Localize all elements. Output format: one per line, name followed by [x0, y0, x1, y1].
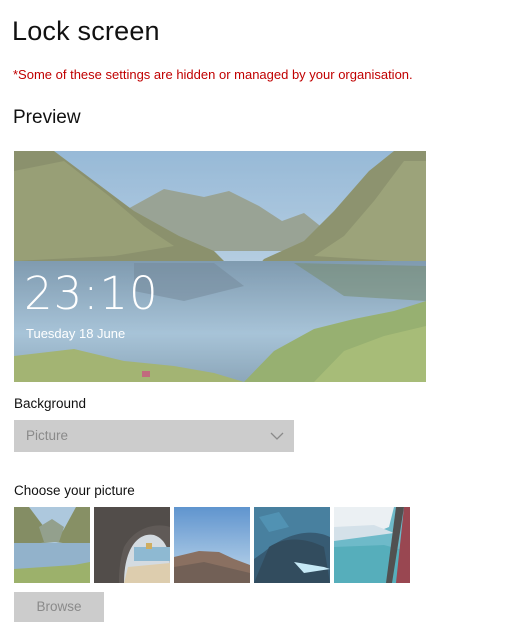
- chevron-down-icon: [270, 432, 284, 440]
- thumbnail-aerial-coast[interactable]: [334, 507, 410, 583]
- sea-cave-image: [94, 507, 170, 583]
- managed-settings-note: *Some of these settings are hidden or ma…: [13, 67, 413, 82]
- choose-picture-label: Choose your picture: [14, 483, 135, 498]
- lock-screen-preview: 23:10 Tuesday 18 June: [14, 151, 426, 382]
- preview-date: Tuesday 18 June: [26, 326, 126, 341]
- thumbnail-ice-cave[interactable]: [254, 507, 330, 583]
- thumbnail-fjord-lake[interactable]: [14, 507, 90, 583]
- preview-clock: 23:10: [24, 267, 159, 320]
- browse-button[interactable]: Browse: [14, 592, 104, 622]
- preview-section-title: Preview: [13, 107, 81, 128]
- ice-cave-image: [254, 507, 330, 583]
- background-dropdown-value: Picture: [26, 428, 69, 443]
- fjord-lake-image: [14, 507, 90, 583]
- hill-image: [174, 507, 250, 583]
- thumbnail-sea-cave-beach[interactable]: [94, 507, 170, 583]
- aerial-coast-image: [334, 507, 410, 583]
- background-dropdown[interactable]: Picture: [14, 420, 294, 452]
- page-title: Lock screen: [12, 16, 160, 46]
- thumbnail-hill-under-sky[interactable]: [174, 507, 250, 583]
- background-label: Background: [14, 396, 87, 411]
